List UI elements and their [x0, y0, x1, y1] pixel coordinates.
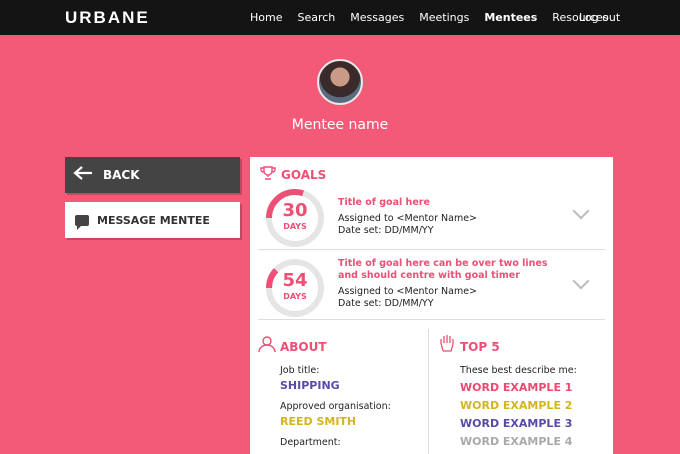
word-example: WORD EXAMPLE 2	[460, 399, 573, 412]
speech-bubble-icon	[75, 214, 89, 230]
about-title: ABOUT	[280, 340, 327, 354]
goal-timer: 54 DAYS	[264, 257, 326, 319]
word-example: WORD EXAMPLE 4	[460, 435, 573, 448]
nav-meetings[interactable]: Meetings	[419, 11, 469, 24]
top-nav-bar: URBANE Home Search Messages Meetings Men…	[0, 0, 680, 35]
goal-days-count: 54	[282, 270, 308, 291]
divider	[258, 249, 605, 250]
back-button[interactable]: BACK	[65, 157, 240, 193]
divider	[258, 319, 605, 320]
message-mentee-button[interactable]: MESSAGE MENTEE	[65, 202, 240, 238]
mentee-name: Mentee name	[291, 117, 389, 133]
back-button-label: BACK	[103, 168, 140, 182]
goal-days-count: 30	[282, 200, 308, 221]
avatar	[317, 59, 363, 105]
mentee-card: GOALS 30 DAYS Title of goal here Assigne…	[250, 157, 613, 454]
goal-item[interactable]: 54 DAYS Title of goal here can be over t…	[258, 255, 605, 317]
organisation-label: Approved organisation:	[280, 401, 391, 412]
nav-search[interactable]: Search	[297, 11, 335, 24]
arrow-left-icon	[73, 165, 97, 185]
trophy-icon	[260, 165, 276, 185]
word-example: WORD EXAMPLE 3	[460, 417, 573, 430]
goal-assigned: Assigned to <Mentor Name>	[338, 286, 478, 297]
goal-assigned: Assigned to <Mentor Name>	[338, 213, 478, 224]
department-label: Department:	[280, 437, 341, 448]
top5-intro: These best describe me:	[460, 365, 577, 376]
hand-icon	[438, 333, 456, 357]
goal-days-label: DAYS	[283, 292, 307, 301]
logout-link[interactable]: Log out	[579, 11, 620, 24]
message-mentee-label: MESSAGE MENTEE	[97, 213, 210, 227]
goal-date: Date set: DD/MM/YY	[338, 225, 434, 236]
nav-home[interactable]: Home	[250, 11, 282, 24]
word-example: WORD EXAMPLE 1	[460, 381, 573, 394]
nav-messages[interactable]: Messages	[350, 11, 404, 24]
goal-title: Title of goal here	[338, 197, 430, 208]
top5-title: TOP 5	[460, 340, 500, 354]
goal-title: Title of goal here can be over two lines…	[338, 258, 548, 281]
nav-mentees[interactable]: Mentees	[484, 11, 537, 24]
brand-logo[interactable]: URBANE	[65, 8, 150, 28]
goal-timer: 30 DAYS	[264, 187, 326, 249]
job-title-label: Job title:	[280, 365, 320, 376]
chevron-down-icon[interactable]	[572, 202, 590, 220]
user-icon	[258, 335, 276, 357]
goals-title: GOALS	[281, 168, 327, 182]
job-title-value: SHIPPING	[280, 379, 340, 392]
nav-menu: Home Search Messages Meetings Mentees Re…	[250, 11, 623, 24]
organisation-value: REED SMITH	[280, 415, 357, 428]
column-divider	[428, 329, 429, 454]
goal-item[interactable]: 30 DAYS Title of goal here Assigned to <…	[258, 185, 605, 247]
goal-date: Date set: DD/MM/YY	[338, 298, 434, 309]
chevron-down-icon[interactable]	[572, 272, 590, 290]
goal-days-label: DAYS	[283, 222, 307, 231]
